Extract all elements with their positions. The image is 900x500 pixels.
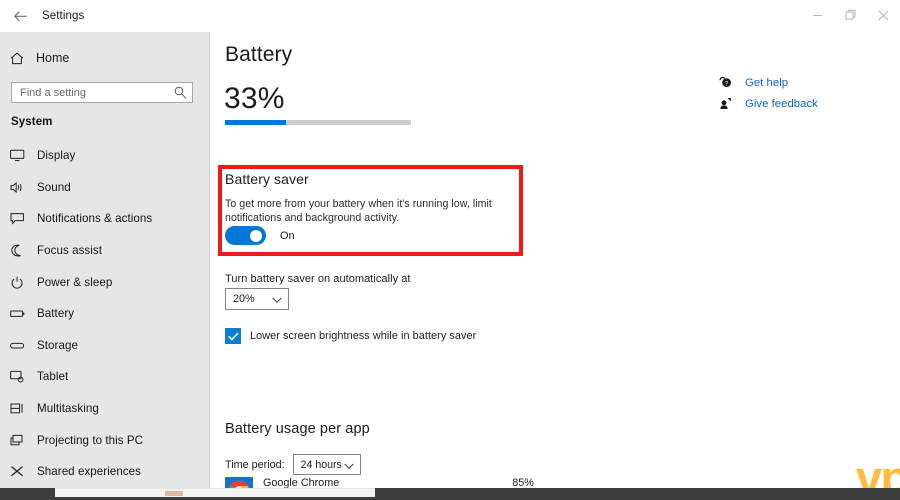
time-period-label: Time period: (225, 458, 285, 471)
time-period-select[interactable]: 24 hours (292, 454, 361, 475)
sidebar-item-projecting-to-this-pc[interactable]: Projecting to this PC (0, 424, 209, 456)
sidebar-item-power-sleep-label: Power & sleep (37, 275, 113, 289)
moon-icon (10, 244, 37, 257)
speaker-icon (10, 181, 37, 194)
multitasking-icon (10, 402, 37, 415)
battery-percent: 33% (224, 82, 285, 115)
main-content: Battery 33% ? Get help Give feedback Bat… (211, 32, 900, 488)
sidebar-item-notifications-actions-label: Notifications & actions (37, 212, 153, 226)
horizontal-scrollbar-thumb[interactable] (165, 491, 183, 496)
app-usage-row[interactable]: Google Chrome 85% (225, 477, 785, 488)
search-icon (174, 86, 187, 104)
battery-saver-heading: Battery saver (225, 171, 309, 187)
notification-icon (10, 212, 37, 226)
give-feedback-icon (719, 97, 745, 110)
shared-experiences-icon (10, 465, 37, 478)
app-usage-percent: 85% (512, 477, 534, 488)
give-feedback-link[interactable]: Give feedback (719, 93, 889, 114)
help-links: ? Get help Give feedback (719, 72, 889, 114)
sidebar-item-sound[interactable]: Sound (0, 172, 209, 204)
title-bar: Settings (0, 0, 900, 32)
battery-saver-toggle-row: On (225, 226, 295, 245)
get-help-icon: ? (719, 76, 745, 89)
tablet-icon (10, 370, 37, 383)
auto-on-threshold-value: 20% (233, 293, 255, 305)
bottom-bar-left-segment (0, 488, 55, 494)
auto-on-threshold-select[interactable]: 20% (225, 288, 289, 310)
chevron-down-icon (272, 295, 282, 307)
sidebar-item-focus-assist[interactable]: Focus assist (0, 235, 209, 267)
home-icon (10, 52, 36, 65)
sidebar-item-projecting-to-this-pc-label: Projecting to this PC (37, 433, 144, 447)
sidebar-item-storage[interactable]: Storage (0, 330, 209, 362)
window-title: Settings (42, 10, 85, 22)
sidebar-item-notifications-actions[interactable]: Notifications & actions (0, 203, 209, 235)
lower-brightness-row[interactable]: Lower screen brightness while in battery… (225, 328, 476, 344)
sidebar-item-multitasking[interactable]: Multitasking (0, 393, 209, 425)
page-title: Battery (225, 43, 293, 66)
sidebar-section-title: System (11, 116, 53, 128)
give-feedback-label: Give feedback (745, 97, 818, 110)
lower-brightness-label: Lower screen brightness while in battery… (250, 330, 477, 342)
sidebar-item-home[interactable]: Home (0, 45, 209, 71)
power-icon (10, 276, 37, 289)
battery-level-fill (225, 120, 287, 125)
restore-button[interactable] (834, 0, 867, 30)
chevron-down-icon (343, 461, 354, 473)
settings-window: Settings Home Find a setting System Disp… (0, 0, 900, 500)
get-help-link[interactable]: ? Get help (719, 72, 889, 93)
chrome-icon (225, 477, 253, 488)
horizontal-scrollbar[interactable] (55, 488, 375, 497)
close-button[interactable] (867, 0, 900, 30)
sidebar-item-multitasking-label: Multitasking (37, 402, 99, 416)
vpncentral-watermark: vpn central (856, 450, 900, 489)
battery-icon (10, 307, 37, 320)
sidebar-item-home-label: Home (36, 51, 70, 65)
get-help-label: Get help (745, 76, 789, 89)
sidebar-item-battery[interactable]: Battery (0, 298, 209, 330)
battery-level-bar (225, 120, 411, 125)
sidebar-item-focus-assist-label: Focus assist (37, 244, 103, 258)
lower-brightness-checkbox[interactable] (225, 328, 241, 344)
sidebar-item-storage-label: Storage (37, 338, 78, 352)
sidebar-item-power-sleep[interactable]: Power & sleep (0, 266, 209, 298)
toggle-knob (250, 229, 262, 242)
sidebar-item-display-label: Display (37, 149, 76, 163)
sidebar-nav-list: Display Sound Notifications & actions Fo… (0, 140, 209, 488)
projecting-icon (10, 434, 37, 447)
sidebar-item-shared-experiences-label: Shared experiences (37, 465, 142, 479)
sidebar-item-tablet[interactable]: Tablet (0, 361, 209, 393)
auto-on-label: Turn battery saver on automatically at (225, 273, 411, 285)
sidebar-item-shared-experiences[interactable]: Shared experiences (0, 456, 209, 488)
watermark-vpn-text: vpn (856, 450, 900, 489)
battery-saver-toggle-state: On (280, 229, 295, 242)
search-box[interactable] (11, 82, 193, 103)
sidebar-item-tablet-label: Tablet (37, 370, 69, 384)
sidebar: Home System Display Sound (0, 32, 210, 488)
search-input[interactable] (12, 83, 168, 102)
storage-icon (10, 339, 37, 352)
battery-usage-heading: Battery usage per app (225, 421, 370, 437)
monitor-icon (10, 149, 37, 162)
battery-saver-toggle[interactable] (225, 226, 266, 245)
window-controls (801, 0, 900, 32)
app-name: Google Chrome (263, 477, 340, 488)
minimize-button[interactable] (801, 0, 834, 30)
battery-saver-description: To get more from your battery when it's … (225, 198, 492, 224)
time-period-value: 24 hours (300, 458, 342, 471)
back-arrow-icon[interactable] (0, 1, 40, 31)
sidebar-item-battery-label: Battery (37, 307, 75, 321)
bottom-bar (0, 488, 900, 500)
time-period-row: Time period: 24 hours (225, 454, 361, 475)
sidebar-item-sound-label: Sound (37, 180, 71, 194)
sidebar-item-display[interactable]: Display (0, 140, 209, 172)
